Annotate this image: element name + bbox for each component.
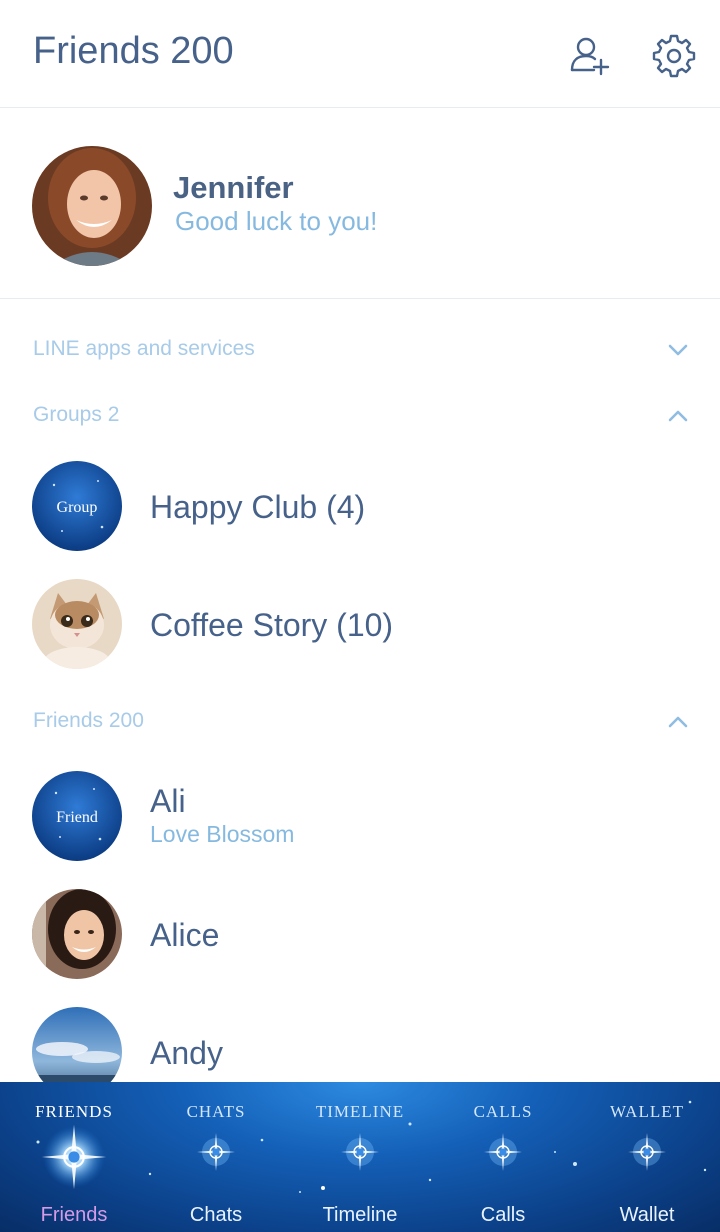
tab-friends[interactable]: Friends Friends — [2, 1082, 146, 1232]
my-profile[interactable]: Jennifer Good luck to you! — [0, 108, 720, 299]
tab-caps-label: Wallet — [610, 1102, 684, 1121]
avatar-text: Group — [57, 499, 98, 516]
profile-name: Jennifer — [173, 170, 294, 205]
friend-avatar — [32, 889, 122, 979]
star-sparkle-icon — [41, 1124, 107, 1190]
app-header: Friends 200 — [0, 0, 720, 108]
chevron-up-icon — [668, 410, 688, 422]
tab-label: Chats — [189, 1204, 243, 1226]
chevron-up-icon — [668, 716, 688, 728]
group-avatar — [32, 579, 122, 669]
chevron-down-icon — [668, 344, 688, 356]
page-title: Friends 200 — [33, 30, 234, 72]
tab-caps-label: Calls — [473, 1102, 533, 1121]
friend-avatar-image: Friend — [32, 771, 122, 861]
star-sparkle-icon — [197, 1133, 235, 1171]
settings-button[interactable] — [652, 34, 696, 78]
tab-label: Calls — [480, 1204, 526, 1226]
tab-caps-label: Chats — [186, 1102, 246, 1121]
section-friends[interactable]: Friends 200 — [0, 697, 720, 747]
star-sparkle-icon — [628, 1133, 666, 1171]
section-label: Groups 2 — [33, 403, 120, 426]
friend-name: Ali — [150, 783, 186, 819]
gear-icon — [652, 34, 696, 78]
tab-chats[interactable]: Chats Chats — [144, 1082, 288, 1232]
friend-name: Alice — [150, 917, 220, 953]
friend-name: Andy — [150, 1035, 223, 1071]
bottom-tab-bar: Friends Friends Chats Chats T — [0, 1082, 720, 1232]
friend-avatar: Friend — [32, 771, 122, 861]
group-avatar: Group — [32, 461, 122, 551]
cat-photo-icon — [32, 579, 122, 669]
tab-caps-label: Timeline — [315, 1102, 405, 1121]
group-avatar-image: Group — [32, 461, 122, 551]
tab-timeline[interactable]: Timeline Timeline — [288, 1082, 432, 1232]
group-name: Happy Club (4) — [150, 489, 366, 525]
add-friend-button[interactable] — [568, 34, 612, 78]
tab-label: Wallet — [619, 1204, 675, 1226]
friend-row-ali[interactable]: Friend Ali Love Blossom — [0, 771, 720, 881]
tab-calls[interactable]: Calls Calls — [431, 1082, 575, 1232]
tab-caps-label: Friends — [35, 1102, 113, 1121]
star-sparkle-icon — [484, 1133, 522, 1171]
tab-label: Timeline — [322, 1204, 398, 1226]
star-sparkle-icon — [341, 1133, 379, 1171]
person-add-icon — [570, 37, 610, 76]
person-photo-icon — [32, 889, 122, 979]
person-photo-icon — [32, 146, 152, 266]
group-name: Coffee Story (10) — [150, 607, 394, 643]
profile-avatar[interactable] — [32, 146, 152, 266]
section-apps-services[interactable]: LINE apps and services — [0, 325, 720, 375]
friend-row-alice[interactable]: Alice — [0, 889, 720, 999]
section-label: LINE apps and services — [33, 337, 255, 360]
group-row-coffee-story[interactable]: Coffee Story (10) — [0, 579, 720, 689]
section-label: Friends 200 — [33, 709, 144, 732]
avatar-text: Friend — [56, 809, 98, 826]
tab-wallet[interactable]: Wallet Wallet — [575, 1082, 719, 1232]
profile-status-message: Good luck to you! — [175, 206, 378, 236]
friend-status-message: Love Blossom — [150, 821, 295, 847]
section-groups[interactable]: Groups 2 — [0, 391, 720, 441]
group-row-happy-club[interactable]: Group Happy Club (4) — [0, 461, 720, 571]
tab-label: Friends — [40, 1204, 108, 1226]
